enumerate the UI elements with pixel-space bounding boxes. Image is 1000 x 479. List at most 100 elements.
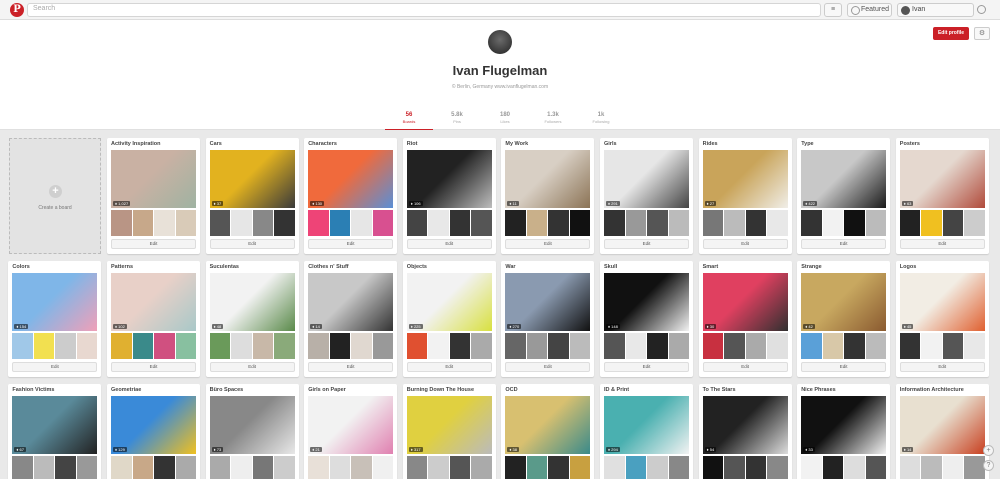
edit-profile-button[interactable]: Edit profile xyxy=(933,27,969,40)
board-cover-image[interactable]: ♦ 33 xyxy=(801,396,887,454)
edit-board-button[interactable]: Edit xyxy=(801,362,887,372)
edit-board-button[interactable]: Edit xyxy=(308,239,394,249)
pinterest-logo-icon[interactable]: P xyxy=(10,3,24,17)
board-cover-image[interactable]: ♦ 63 xyxy=(899,150,985,208)
edit-board-button[interactable]: Edit xyxy=(702,362,788,372)
board-title[interactable]: Girls on Paper xyxy=(308,387,346,393)
stat-boards[interactable]: 56 Boards xyxy=(385,112,433,130)
board-cover-image[interactable]: ♦ 73 xyxy=(209,396,295,454)
board-card[interactable]: Girls ♦ 291 Edit xyxy=(600,138,693,254)
edit-board-button[interactable]: Edit xyxy=(12,362,98,372)
board-cover-image[interactable]: ♦ 225 xyxy=(406,273,492,331)
board-title[interactable]: Cars xyxy=(210,141,222,147)
board-title[interactable]: To The Stars xyxy=(703,387,736,393)
board-cover-image[interactable]: ♦ 21 xyxy=(308,396,394,454)
board-cover-image[interactable]: ♦ 27 xyxy=(702,150,788,208)
board-card[interactable]: Clothes n' Stuff ♦ 14 Edit xyxy=(304,261,398,377)
edit-board-button[interactable]: Edit xyxy=(406,362,492,372)
edit-board-button[interactable]: Edit xyxy=(899,362,985,372)
board-title[interactable]: Rides xyxy=(703,141,718,147)
stat-pins[interactable]: 5.8k Pins xyxy=(433,112,481,130)
help-icon[interactable]: ? xyxy=(983,460,994,471)
board-card[interactable]: Posters ♦ 63 Edit xyxy=(895,138,989,254)
plus-icon[interactable]: + xyxy=(983,445,994,456)
board-title[interactable]: Objects xyxy=(407,264,427,270)
stat-following[interactable]: 1k Following xyxy=(577,112,625,130)
search-input[interactable]: Search xyxy=(27,3,821,17)
board-card[interactable]: ID & Print♦ 294Edit xyxy=(600,384,693,479)
board-title[interactable]: War xyxy=(505,264,515,270)
board-card[interactable]: Girls on Paper♦ 21Edit xyxy=(304,384,398,479)
stat-followers[interactable]: 1.3k Followers xyxy=(529,112,577,130)
board-cover-image[interactable]: ♦ 45 xyxy=(899,273,985,331)
board-title[interactable]: Suculentas xyxy=(210,264,239,270)
board-cover-image[interactable]: ♦ 1,027 xyxy=(111,150,196,208)
board-card[interactable]: Characters ♦ 130 Edit xyxy=(304,138,398,254)
board-title[interactable]: Skull xyxy=(604,264,617,270)
board-title[interactable]: Logos xyxy=(900,264,917,270)
board-card[interactable]: Riot ♦ 106 Edit xyxy=(402,138,496,254)
board-card[interactable]: Cars ♦ 37 Edit xyxy=(205,138,299,254)
board-cover-image[interactable]: ♦ 14 xyxy=(899,396,985,454)
board-title[interactable]: Information Architecture xyxy=(900,387,964,393)
board-title[interactable]: Nice Phrases xyxy=(801,387,836,393)
board-title[interactable]: Clothes n' Stuff xyxy=(308,264,348,270)
board-title[interactable]: Posters xyxy=(900,141,920,147)
board-title[interactable]: Type xyxy=(801,141,813,147)
board-cover-image[interactable]: ♦ 291 xyxy=(604,150,689,208)
edit-board-button[interactable]: Edit xyxy=(604,239,689,249)
board-cover-image[interactable]: ♦ 42 xyxy=(801,273,887,331)
create-board-button[interactable]: + Create a board xyxy=(9,138,101,254)
board-title[interactable]: Activity Inspiration xyxy=(111,141,161,147)
board-card[interactable]: Activity Inspiration ♦ 1,027 Edit xyxy=(107,138,200,254)
board-card[interactable]: OCD♦ 38Edit xyxy=(501,384,595,479)
edit-board-button[interactable]: Edit xyxy=(209,362,295,372)
board-cover-image[interactable]: ♦ 11 xyxy=(505,150,591,208)
board-cover-image[interactable]: ♦ 14 xyxy=(308,273,394,331)
board-title[interactable]: Büro Spaces xyxy=(210,387,244,393)
board-card[interactable]: Objects ♦ 225 Edit xyxy=(402,261,496,377)
board-card[interactable]: War ♦ 270 Edit xyxy=(501,261,595,377)
board-title[interactable]: Colors xyxy=(12,264,29,270)
board-card[interactable]: Geometriae♦ 129Edit xyxy=(107,384,200,479)
edit-board-button[interactable]: Edit xyxy=(604,362,689,372)
board-cover-image[interactable]: ♦ 294 xyxy=(604,396,689,454)
board-cover-image[interactable]: ♦ 54 xyxy=(702,396,788,454)
board-cover-image[interactable]: ♦ 106 xyxy=(406,150,492,208)
edit-board-button[interactable]: Edit xyxy=(111,239,196,249)
board-card[interactable]: Skull ♦ 148 Edit xyxy=(600,261,693,377)
board-title[interactable]: Riot xyxy=(407,141,418,147)
edit-board-button[interactable]: Edit xyxy=(308,362,394,372)
menu-icon[interactable]: ≡ xyxy=(824,3,842,17)
board-cover-image[interactable]: ♦ 422 xyxy=(801,150,887,208)
board-card[interactable]: Patterns ♦ 102 Edit xyxy=(107,261,200,377)
board-card[interactable]: Fashion Victims♦ 67Edit xyxy=(8,384,102,479)
board-card[interactable]: Information Architecture♦ 14Edit xyxy=(895,384,989,479)
board-card[interactable]: To The Stars♦ 54Edit xyxy=(698,384,792,479)
board-card[interactable]: My Work ♦ 11 Edit xyxy=(501,138,595,254)
board-title[interactable]: ID & Print xyxy=(604,387,629,393)
board-cover-image[interactable]: ♦ 37 xyxy=(209,150,295,208)
board-card[interactable]: Smart ♦ 30 Edit xyxy=(698,261,792,377)
board-title[interactable]: Patterns xyxy=(111,264,133,270)
board-cover-image[interactable]: ♦ 270 xyxy=(505,273,591,331)
board-card[interactable]: Type ♦ 422 Edit xyxy=(797,138,891,254)
board-card[interactable]: Logos ♦ 45 Edit xyxy=(895,261,989,377)
board-cover-image[interactable]: ♦ 317 xyxy=(406,396,492,454)
gear-icon[interactable]: ⚙ xyxy=(974,27,990,40)
edit-board-button[interactable]: Edit xyxy=(801,239,887,249)
edit-board-button[interactable]: Edit xyxy=(899,239,985,249)
edit-board-button[interactable]: Edit xyxy=(505,362,591,372)
board-card[interactable]: Suculentas ♦ 48 Edit xyxy=(205,261,299,377)
board-title[interactable]: OCD xyxy=(505,387,517,393)
edit-board-button[interactable]: Edit xyxy=(111,362,196,372)
stat-likes[interactable]: 180 Likes xyxy=(481,112,529,130)
featured-button[interactable]: Featured xyxy=(847,3,892,17)
board-title[interactable]: Geometriae xyxy=(111,387,141,393)
edit-board-button[interactable]: Edit xyxy=(702,239,788,249)
board-card[interactable]: Colors ♦ 154 Edit xyxy=(8,261,102,377)
board-title[interactable]: Girls xyxy=(604,141,617,147)
board-cover-image[interactable]: ♦ 102 xyxy=(111,273,196,331)
edit-board-button[interactable]: Edit xyxy=(406,239,492,249)
board-card[interactable]: Rides ♦ 27 Edit xyxy=(698,138,792,254)
